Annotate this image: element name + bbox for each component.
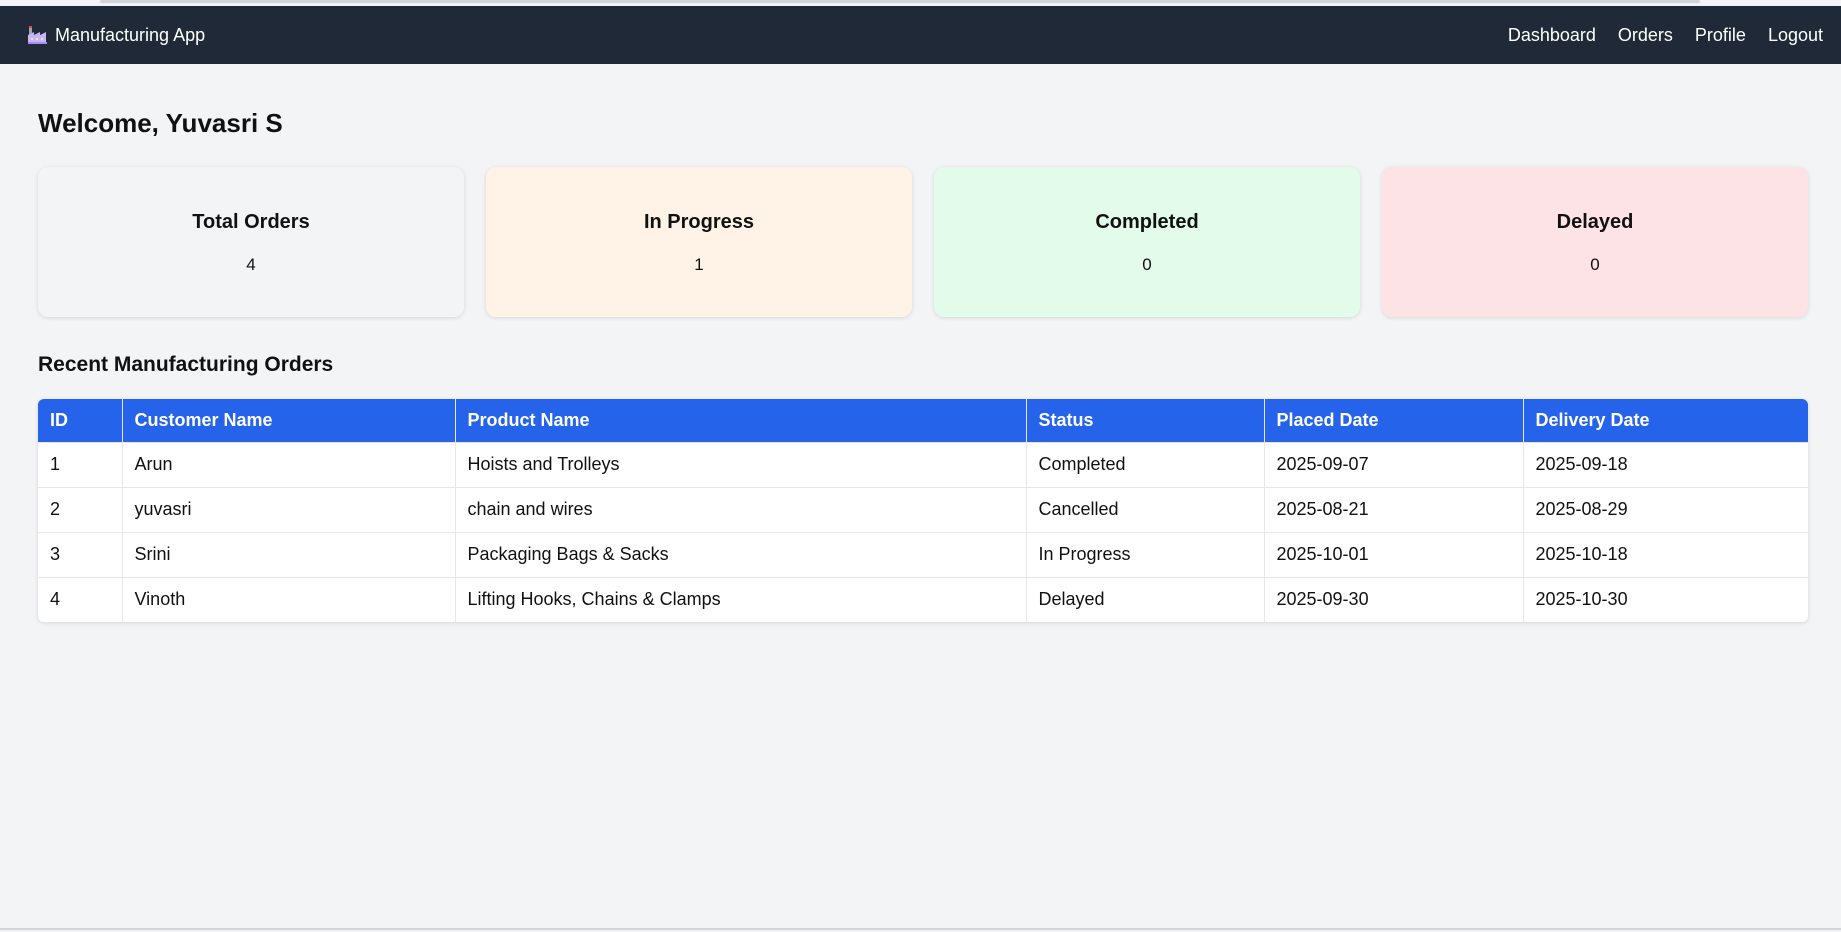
brand-link[interactable]: Manufacturing App [28, 25, 205, 46]
cell-placed-date: 2025-10-01 [1264, 531, 1524, 577]
card-count: 1 [694, 255, 704, 274]
cell-placed-date: 2025-08-21 [1264, 486, 1524, 532]
cell-id: 2 [38, 486, 123, 532]
cell-status: Completed [1026, 441, 1265, 487]
card-in-progress: In Progress 1 [486, 167, 912, 317]
card-title: Completed [1095, 211, 1199, 233]
stats-cards: Total Orders 4 In Progress 1 Completed 0… [38, 167, 1808, 317]
table-row: 4 Vinoth Lifting Hooks, Chains & Clamps … [38, 576, 1808, 622]
header-product-name: Product Name [455, 399, 1027, 442]
card-count: 4 [246, 255, 256, 274]
header-status: Status [1026, 399, 1265, 442]
card-count: 0 [1142, 255, 1152, 274]
cell-delivery-date: 2025-09-18 [1523, 441, 1808, 487]
cell-status: Delayed [1026, 576, 1265, 622]
cell-product-name: Hoists and Trolleys [455, 441, 1027, 487]
cell-delivery-date: 2025-10-30 [1523, 576, 1808, 622]
cell-customer-name: yuvasri [122, 486, 456, 532]
card-title: In Progress [643, 211, 755, 233]
table-header-row: ID Customer Name Product Name Status Pla… [38, 399, 1808, 442]
cell-delivery-date: 2025-08-29 [1523, 486, 1808, 532]
card-title: Delayed [1556, 211, 1634, 233]
cell-product-name: chain and wires [455, 486, 1027, 532]
brand-label: Manufacturing App [55, 24, 206, 45]
header-delivery-date: Delivery Date [1523, 399, 1808, 442]
cell-product-name: Lifting Hooks, Chains & Clamps [455, 576, 1027, 622]
orders-table-container: ID Customer Name Product Name Status Pla… [38, 399, 1808, 622]
card-delayed: Delayed 0 [1382, 167, 1808, 317]
table-row: 3 Srini Packaging Bags & Sacks In Progre… [38, 531, 1808, 577]
cell-delivery-date: 2025-10-18 [1523, 531, 1808, 577]
header-id: ID [38, 399, 123, 442]
nav-links: Dashboard Orders Profile Logout [1508, 25, 1823, 46]
card-total-orders: Total Orders 4 [38, 167, 464, 317]
welcome-heading: Welcome, Yuvasri S [38, 108, 283, 138]
orders-table: ID Customer Name Product Name Status Pla… [38, 399, 1808, 622]
section-title: Recent Manufacturing Orders [38, 353, 334, 376]
card-completed: Completed 0 [934, 167, 1360, 317]
cell-id: 1 [38, 441, 123, 487]
cell-customer-name: Srini [122, 531, 456, 577]
page-bottom-border [0, 928, 1841, 930]
card-title: Total Orders [192, 211, 310, 233]
cell-placed-date: 2025-09-07 [1264, 441, 1524, 487]
main-content: Welcome, Yuvasri S Total Orders 4 In Pro… [38, 64, 1808, 622]
cell-id: 4 [38, 576, 123, 622]
cell-customer-name: Vinoth [122, 576, 456, 622]
header-placed-date: Placed Date [1264, 399, 1524, 442]
nav-profile-link[interactable]: Profile [1695, 25, 1746, 46]
header-customer-name: Customer Name [122, 399, 456, 442]
nav-logout-link[interactable]: Logout [1768, 25, 1823, 46]
table-row: 2 yuvasri chain and wires Cancelled 2025… [38, 486, 1808, 532]
nav-orders-link[interactable]: Orders [1618, 25, 1673, 46]
cell-customer-name: Arun [122, 441, 456, 487]
factory-icon [28, 26, 48, 44]
table-row: 1 Arun Hoists and Trolleys Completed 202… [38, 441, 1808, 487]
top-navbar: Manufacturing App Dashboard Orders Profi… [0, 6, 1841, 64]
nav-dashboard-link[interactable]: Dashboard [1508, 25, 1596, 46]
cell-id: 3 [38, 531, 123, 577]
cell-status: In Progress [1026, 531, 1265, 577]
cell-product-name: Packaging Bags & Sacks [455, 531, 1027, 577]
card-count: 0 [1590, 255, 1600, 274]
scroll-indicator [100, 0, 1700, 3]
cell-placed-date: 2025-09-30 [1264, 576, 1524, 622]
cell-status: Cancelled [1026, 486, 1265, 532]
